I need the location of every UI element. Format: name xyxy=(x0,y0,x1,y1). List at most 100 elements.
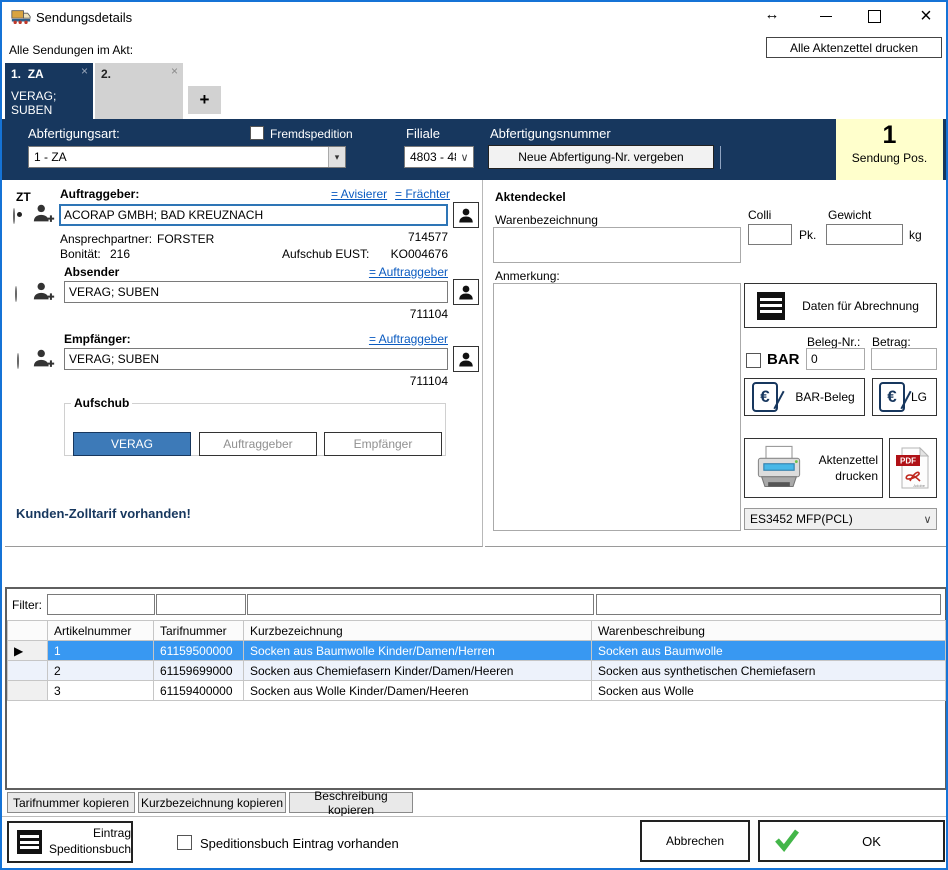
cell-kurzbezeichnung[interactable]: Socken aus Chemiefasern Kinder/Damen/Hee… xyxy=(244,661,592,681)
fremdspedition-checkbox[interactable] xyxy=(250,126,264,140)
bonitaet-value: 216 xyxy=(110,247,130,261)
empfaenger-gleich-auftraggeber-link[interactable]: = Auftraggeber xyxy=(348,332,448,346)
daten-fuer-abrechnung-button[interactable]: Daten für Abrechnung xyxy=(744,283,937,328)
abfertigungsart-combo[interactable]: 1 - ZA ▾ xyxy=(28,146,346,168)
cell-artikelnummer[interactable]: 3 xyxy=(48,681,154,701)
tab2-close-icon[interactable]: × xyxy=(171,66,178,76)
cell-warenbeschreibung[interactable]: Socken aus Baumwolle xyxy=(592,641,946,661)
filter-kurzbezeichnung-input[interactable] xyxy=(247,594,594,615)
fraechter-link[interactable]: = Frächter xyxy=(395,187,450,201)
cell-kurzbezeichnung[interactable]: Socken aus Baumwolle Kinder/Damen/Herren xyxy=(244,641,592,661)
bar-label: BAR xyxy=(767,351,800,368)
lg-button[interactable]: € LG xyxy=(872,378,937,416)
empfaenger-input[interactable] xyxy=(64,348,448,370)
warenbezeichnung-input[interactable] xyxy=(493,227,741,263)
abbrechen-button[interactable]: Abbrechen xyxy=(640,820,750,862)
filiale-chevron-icon[interactable]: ∨ xyxy=(456,147,473,167)
add-shipment-button[interactable]: + xyxy=(188,86,221,114)
cell-artikelnummer[interactable]: 2 xyxy=(48,661,154,681)
beleg-nr-input[interactable] xyxy=(806,348,865,370)
cell-warenbeschreibung[interactable]: Socken aus Wolle xyxy=(592,681,946,701)
resize-icon[interactable]: ↔ xyxy=(754,6,790,30)
tarifnummer-kopieren-button[interactable]: Tarifnummer kopieren xyxy=(7,792,135,813)
gewicht-label: Gewicht xyxy=(828,208,871,222)
tab-shipment-2[interactable]: 2. × xyxy=(95,63,183,119)
drucker-combo[interactable]: ES3452 MFP(PCL) ∨ xyxy=(744,508,937,530)
auftraggeber-add-person-icon[interactable] xyxy=(32,202,56,229)
col-kurzbezeichnung[interactable]: Kurzbezeichnung xyxy=(244,621,592,641)
beschreibung-kopieren-button[interactable]: Beschreibung kopieren xyxy=(289,792,413,813)
alle-aktenzettel-drucken-button[interactable]: Alle Aktenzettel drucken xyxy=(766,37,942,58)
kurzbezeichnung-kopieren-button[interactable]: Kurzbezeichnung kopieren xyxy=(138,792,286,813)
neue-abfertigungsnummer-button[interactable]: Neue Abfertigung-Nr. vergeben xyxy=(488,145,714,169)
empfaenger-radio[interactable] xyxy=(17,353,19,369)
bar-beleg-button[interactable]: € BAR-Beleg xyxy=(744,378,865,416)
cell-tarifnummer[interactable]: 61159699000 xyxy=(154,661,244,681)
table-row[interactable]: ▶ 1 61159500000 Socken aus Baumwolle Kin… xyxy=(8,641,946,661)
ok-button[interactable]: OK xyxy=(758,820,945,862)
aufschub-empfaenger-button[interactable]: Empfänger xyxy=(324,432,442,456)
euro-receipt-icon: € xyxy=(752,382,778,412)
col-tarifnummer[interactable]: Tarifnummer xyxy=(154,621,244,641)
filter-tarifnummer-input[interactable] xyxy=(156,594,246,615)
bonitaet-label: Bonität: xyxy=(60,247,101,261)
row-selector-cell[interactable] xyxy=(8,681,48,701)
sendung-position-panel: 1 Sendung Pos. xyxy=(836,119,943,180)
abfertigungsart-value: 1 - ZA xyxy=(29,150,328,164)
table-row[interactable]: 3 61159400000 Socken aus Wolle Kinder/Da… xyxy=(8,681,946,701)
auftraggeber-radio[interactable] xyxy=(13,208,15,224)
colli-input[interactable] xyxy=(748,224,792,245)
absender-kundennummer: 711104 xyxy=(348,307,448,321)
list-icon xyxy=(757,292,785,320)
fremdspedition-label: Fremdspedition xyxy=(270,127,353,141)
maximize-button[interactable] xyxy=(868,10,881,23)
speditionsbuch-checkbox[interactable] xyxy=(177,835,192,850)
cell-kurzbezeichnung[interactable]: Socken aus Wolle Kinder/Damen/Heeren xyxy=(244,681,592,701)
absender-radio[interactable] xyxy=(15,286,17,302)
absender-label: Absender xyxy=(64,265,119,279)
aktenzettel-drucken-button[interactable]: Aktenzettel drucken xyxy=(744,438,883,498)
colli-label: Colli xyxy=(748,208,771,222)
avisierer-link[interactable]: = Avisierer xyxy=(331,187,387,201)
cell-artikelnummer[interactable]: 1 xyxy=(48,641,154,661)
aktendeckel-panel: Aktendeckel Warenbezeichnung Anmerkung: … xyxy=(485,180,947,547)
pdf-button[interactable]: PDF Adobe xyxy=(889,438,937,498)
anmerkung-input[interactable] xyxy=(493,283,741,531)
aufschub-auftraggeber-button[interactable]: Auftraggeber xyxy=(199,432,317,456)
filiale-combo[interactable]: 4803 - 480 ∨ xyxy=(404,146,474,168)
empfaenger-contact-button[interactable] xyxy=(453,346,479,372)
filter-artikelnummer-input[interactable] xyxy=(47,594,155,615)
betrag-input[interactable] xyxy=(871,348,937,370)
eintrag-speditionsbuch-button[interactable]: Eintrag Speditionsbuch xyxy=(7,821,133,863)
drucker-chevron-icon[interactable]: ∨ xyxy=(919,509,936,529)
filter-warenbeschreibung-input[interactable] xyxy=(596,594,941,615)
bar-checkbox[interactable] xyxy=(746,353,761,368)
bar-beleg-label: BAR-Beleg xyxy=(786,390,864,404)
list-icon xyxy=(17,830,42,854)
minimize-button[interactable] xyxy=(820,16,832,17)
absender-add-person-icon[interactable] xyxy=(32,280,56,307)
row-selector-cell[interactable] xyxy=(8,661,48,681)
divider xyxy=(2,816,946,817)
auftraggeber-kundennummer: 714577 xyxy=(348,230,448,244)
tab1-close-icon[interactable]: × xyxy=(81,66,88,76)
absender-input[interactable] xyxy=(64,281,448,303)
absender-gleich-auftraggeber-link[interactable]: = Auftraggeber xyxy=(348,265,448,279)
auftraggeber-contact-button[interactable] xyxy=(453,202,479,228)
auftraggeber-input[interactable] xyxy=(59,204,448,226)
tab-shipment-1[interactable]: 1. ZA × VERAG; SUBEN xyxy=(5,63,93,119)
aufschub-verag-button[interactable]: VERAG xyxy=(73,432,191,456)
empfaenger-add-person-icon[interactable] xyxy=(32,347,56,374)
close-button[interactable]: × xyxy=(914,3,938,29)
cell-warenbeschreibung[interactable]: Socken aus synthetischen Chemiefasern xyxy=(592,661,946,681)
window-title: Sendungsdetails xyxy=(36,10,132,25)
cell-tarifnummer[interactable]: 61159400000 xyxy=(154,681,244,701)
table-row[interactable]: 2 61159699000 Socken aus Chemiefasern Ki… xyxy=(8,661,946,681)
cell-tarifnummer[interactable]: 61159500000 xyxy=(154,641,244,661)
gewicht-input[interactable] xyxy=(826,224,903,245)
combo-arrow-icon[interactable]: ▾ xyxy=(328,147,345,167)
col-artikelnummer[interactable]: Artikelnummer xyxy=(48,621,154,641)
zolltarif-hinweis: Kunden-Zolltarif vorhanden! xyxy=(16,506,191,521)
col-warenbeschreibung[interactable]: Warenbeschreibung xyxy=(592,621,946,641)
absender-contact-button[interactable] xyxy=(453,279,479,305)
